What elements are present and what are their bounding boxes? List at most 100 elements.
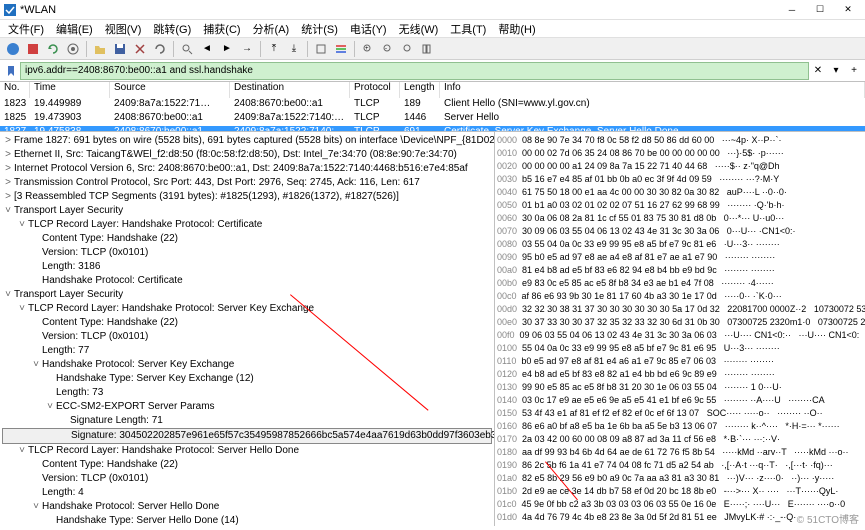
tree-node[interactable]: >Internet Protocol Version 6, Src: 2408:… — [2, 162, 492, 176]
tree-node[interactable]: >Frame 1827: 691 bytes on wire (5528 bit… — [2, 134, 492, 148]
close-file-icon[interactable] — [131, 40, 149, 58]
tree-node[interactable]: Length: 77 — [2, 344, 492, 358]
start-capture-icon[interactable] — [4, 40, 22, 58]
menu-f[interactable]: 文件(F) — [2, 21, 50, 37]
zoom-in-icon[interactable]: + — [359, 40, 377, 58]
close-button[interactable]: ✕ — [835, 1, 861, 19]
hex-line[interactable]: 0080 03 55 04 0a 0c 33 e9 99 95 e8 a5 bf… — [497, 238, 863, 251]
hex-line[interactable]: 0180 aa df 99 93 b4 6b 4d 64 ae de 61 72… — [497, 446, 863, 459]
colorize-icon[interactable] — [332, 40, 350, 58]
hex-line[interactable]: 0060 30 0a 06 08 2a 81 1c cf 55 01 83 75… — [497, 212, 863, 225]
hex-line[interactable]: 0140 03 0c 17 e9 ae e5 e6 9e a5 e5 41 e1… — [497, 394, 863, 407]
goto-icon[interactable]: → — [238, 40, 256, 58]
resize-cols-icon[interactable] — [419, 40, 437, 58]
tree-node[interactable]: ˅TLCP Record Layer: Handshake Protocol: … — [2, 302, 492, 316]
menu-v[interactable]: 视图(V) — [99, 21, 148, 37]
tree-node[interactable]: Length: 73 — [2, 386, 492, 400]
minimize-button[interactable]: ─ — [779, 1, 805, 19]
hex-line[interactable]: 0000 08 8e 90 7e 34 70 f8 0c 58 f2 d8 50… — [497, 134, 863, 147]
hex-line[interactable]: 0160 86 e6 a0 bf a8 e5 ba 1e 6b ba a5 5e… — [497, 420, 863, 433]
tree-node[interactable]: ˅Handshake Protocol: Server Hello Done — [2, 500, 492, 514]
expand-icon[interactable]: ˅ — [30, 500, 42, 514]
tree-node[interactable]: Length: 4 — [2, 486, 492, 500]
display-filter-input[interactable] — [20, 62, 809, 80]
hex-line[interactable]: 00f0 09 06 03 55 04 06 13 02 43 4e 31 3c… — [497, 329, 863, 342]
tree-node[interactable]: Signature: 304502202857e961e65f57c354959… — [2, 428, 492, 444]
filter-add-icon[interactable]: + — [845, 62, 863, 80]
tree-node[interactable]: Handshake Type: Server Key Exchange (12) — [2, 372, 492, 386]
maximize-button[interactable]: ☐ — [807, 1, 833, 19]
hex-line[interactable]: 00a0 81 e4 b8 ad e5 bf 83 e6 82 94 e8 b4… — [497, 264, 863, 277]
expand-icon[interactable]: > — [2, 190, 14, 204]
find-icon[interactable] — [178, 40, 196, 58]
expand-icon[interactable]: > — [2, 162, 14, 176]
menu-a[interactable]: 分析(A) — [247, 21, 296, 37]
tree-node[interactable]: Content Type: Handshake (22) — [2, 458, 492, 472]
hex-line[interactable]: 0070 30 09 06 03 55 04 06 13 02 43 4e 31… — [497, 225, 863, 238]
tree-node[interactable]: ˅Handshake Protocol: Server Key Exchange — [2, 358, 492, 372]
hex-line[interactable]: 00b0 e9 83 0c e5 85 ac e5 8f b8 34 e3 ae… — [497, 277, 863, 290]
menu-g[interactable]: 跳转(G) — [147, 21, 197, 37]
hex-line[interactable]: 0100 55 04 0a 0c 33 e9 99 95 e8 a5 bf e7… — [497, 342, 863, 355]
col-header[interactable]: Time — [30, 82, 110, 98]
tree-node[interactable]: Signature Length: 71 — [2, 414, 492, 428]
restart-capture-icon[interactable] — [44, 40, 62, 58]
tree-node[interactable]: Content Type: Handshake (22) — [2, 232, 492, 246]
first-packet-icon[interactable]: ⤒ — [265, 40, 283, 58]
hex-line[interactable]: 0090 95 b0 e5 ad 97 e8 ae a4 e8 af 81 e7… — [497, 251, 863, 264]
hex-line[interactable]: 01a0 82 e5 8b 29 56 e9 b0 a9 0c 7a aa a3… — [497, 472, 863, 485]
hex-line[interactable]: 0020 00 00 00 00 a1 24 09 8a 7a 15 22 71… — [497, 160, 863, 173]
hex-line[interactable]: 0130 99 90 e5 85 ac e5 8f b8 31 20 30 1e… — [497, 381, 863, 394]
bookmark-icon[interactable] — [2, 62, 20, 80]
menu-c[interactable]: 捕获(C) — [197, 21, 246, 37]
menu-t[interactable]: 工具(T) — [444, 21, 492, 37]
hex-line[interactable]: 0050 01 b1 a0 03 02 01 02 02 07 51 16 27… — [497, 199, 863, 212]
col-header[interactable]: Destination — [230, 82, 350, 98]
expand-icon[interactable]: ˅ — [30, 358, 42, 372]
col-header[interactable]: No. — [0, 82, 30, 98]
hex-line[interactable]: 00e0 30 37 33 30 30 37 32 35 32 33 32 30… — [497, 316, 863, 329]
col-header[interactable]: Source — [110, 82, 230, 98]
last-packet-icon[interactable]: ⤓ — [285, 40, 303, 58]
autoscroll-icon[interactable] — [312, 40, 330, 58]
hex-line[interactable]: 0190 86 2c 5b f6 1a 41 e7 74 04 08 fc 71… — [497, 459, 863, 472]
col-header[interactable]: Protocol — [350, 82, 400, 98]
hex-line[interactable]: 01b0 2d e9 ae ce 3e 14 db b7 58 ef 0d 20… — [497, 485, 863, 498]
expand-icon[interactable]: ˅ — [2, 288, 14, 302]
tree-node[interactable]: Handshake Protocol: Certificate — [2, 274, 492, 288]
tree-node[interactable]: ˅TLCP Record Layer: Handshake Protocol: … — [2, 444, 492, 458]
options-icon[interactable] — [64, 40, 82, 58]
tree-node[interactable]: Length: 3186 — [2, 260, 492, 274]
hex-line[interactable]: 0170 2a 03 42 00 60 00 08 09 a8 87 ad 3a… — [497, 433, 863, 446]
hex-line[interactable]: 0030 b5 16 e7 e4 85 af 01 bb 0b a0 ec 3f… — [497, 173, 863, 186]
hex-line[interactable]: 00c0 af 86 e6 93 9b 30 1e 81 17 60 4b a3… — [497, 290, 863, 303]
prev-icon[interactable]: ◄ — [198, 40, 216, 58]
expand-icon[interactable]: ˅ — [16, 218, 28, 232]
menu-h[interactable]: 帮助(H) — [492, 21, 541, 37]
tree-node[interactable]: ˅ECC-SM2-EXPORT Server Params — [2, 400, 492, 414]
tree-node[interactable]: Version: TLCP (0x0101) — [2, 246, 492, 260]
zoom-out-icon[interactable]: - — [379, 40, 397, 58]
hex-line[interactable]: 00d0 32 32 30 38 31 37 30 30 30 30 30 30… — [497, 303, 863, 316]
packet-row[interactable]: 182519.4739032408:8670:be00::a12409:8a7a… — [0, 112, 865, 126]
tree-node[interactable]: ˅Transport Layer Security — [2, 204, 492, 218]
expand-icon[interactable]: ˅ — [2, 204, 14, 218]
hex-line[interactable]: 0150 53 4f 43 e1 af 81 ef f2 ef 82 ef 0c… — [497, 407, 863, 420]
tree-node[interactable]: >Transmission Control Protocol, Src Port… — [2, 176, 492, 190]
tree-node[interactable]: >[3 Reassembled TCP Segments (3191 bytes… — [2, 190, 492, 204]
reload-icon[interactable] — [151, 40, 169, 58]
expand-icon[interactable]: ˅ — [16, 444, 28, 458]
next-icon[interactable]: ► — [218, 40, 236, 58]
tree-node[interactable]: Version: TLCP (0x0101) — [2, 330, 492, 344]
tree-node[interactable]: >Ethernet II, Src: TaicangT&WEl_f2:d8:50… — [2, 148, 492, 162]
clear-filter-icon[interactable]: ✕ — [809, 62, 827, 80]
packet-row[interactable]: 182319.4499892409:8a7a:1522:71…2408:8670… — [0, 98, 865, 112]
hex-line[interactable]: 0120 e4 b8 ad e5 bf 83 e8 82 a1 e4 bb bd… — [497, 368, 863, 381]
col-header[interactable]: Info — [440, 82, 865, 98]
tree-node[interactable]: Version: TLCP (0x0101) — [2, 472, 492, 486]
save-file-icon[interactable] — [111, 40, 129, 58]
tree-node[interactable]: ˅TLCP Record Layer: Handshake Protocol: … — [2, 218, 492, 232]
hex-line[interactable]: 01c0 45 9e 0f bb c2 a3 3b 03 03 03 06 03… — [497, 498, 863, 511]
menu-y[interactable]: 电话(Y) — [344, 21, 393, 37]
expand-icon[interactable]: > — [2, 176, 14, 190]
